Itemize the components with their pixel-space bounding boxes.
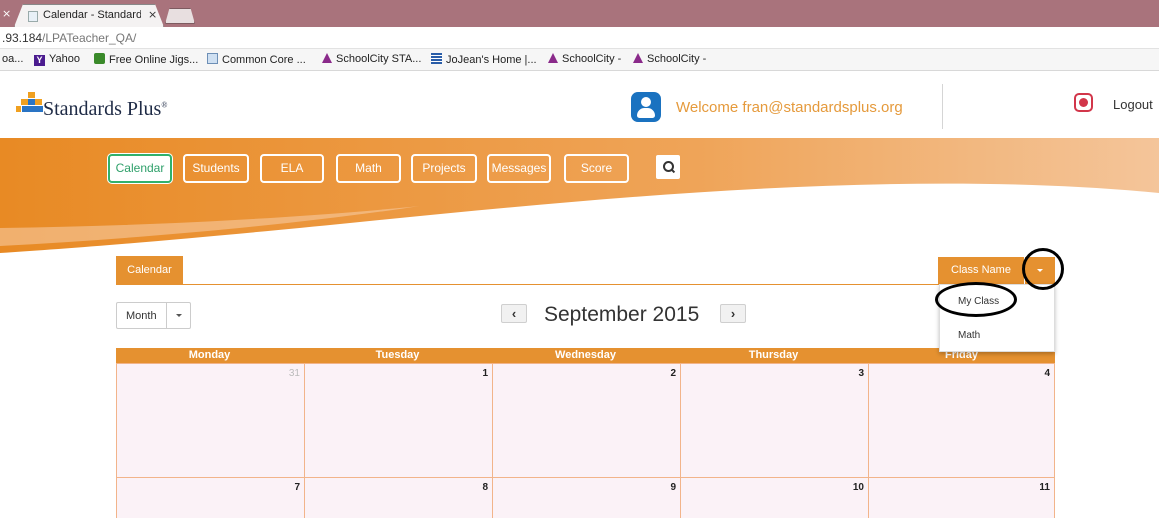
select-divider <box>166 303 167 328</box>
schoolcity-icon <box>322 53 332 63</box>
day-number: 9 <box>670 482 676 493</box>
header-divider <box>942 84 943 129</box>
schoolcity-icon <box>633 53 643 63</box>
jigsaw-icon <box>94 53 105 64</box>
nav-ela-button[interactable]: ELA <box>260 154 324 183</box>
day-cell[interactable]: 1 <box>304 363 493 478</box>
annotation-circle <box>935 282 1017 317</box>
day-cell[interactable]: 10 <box>680 477 869 518</box>
logo-mark-icon <box>16 92 43 120</box>
browser-tab[interactable]: Calendar - Standards × <box>14 4 164 27</box>
day-number: 3 <box>858 368 864 379</box>
url-text: .93.184/LPATeacher_QA/ <box>2 31 137 45</box>
day-cell[interactable]: 4 <box>868 363 1055 478</box>
bookmark-item-schoolcity[interactable]: SchoolCity - <box>548 53 621 65</box>
calendar-grid: 31 1 2 3 4 7 8 9 10 11 <box>116 363 1055 518</box>
day-cell[interactable]: 7 <box>116 477 305 518</box>
day-cell[interactable]: 9 <box>492 477 681 518</box>
weekday-label: Wednesday <box>555 349 616 361</box>
app-header: Standards Plus® Welcome fran@standardspl… <box>0 72 1159 138</box>
search-icon[interactable] <box>656 155 680 179</box>
yahoo-icon: Y <box>34 55 45 66</box>
chevron-down-icon <box>176 314 182 317</box>
nav-score-button[interactable]: Score <box>564 154 629 183</box>
bookmarks-bar: oa... Y Yahoo Free Online Jigs... Common … <box>0 49 1159 71</box>
prev-month-button[interactable]: ‹ <box>501 304 527 323</box>
nav-messages-button[interactable]: Messages <box>487 154 551 183</box>
weekday-label: Monday <box>188 349 231 361</box>
bookmark-item-common-core[interactable]: Common Core ... <box>207 53 306 66</box>
bookmark-item-jigsaw[interactable]: Free Online Jigs... <box>94 53 198 66</box>
new-tab-button[interactable] <box>165 8 195 24</box>
welcome-message: Welcome fran@standardsplus.org <box>676 99 903 116</box>
annotation-circle <box>1022 248 1064 290</box>
logout-link[interactable]: Logout <box>1113 97 1153 112</box>
nav-calendar-button[interactable]: Calendar <box>108 154 172 183</box>
day-number: 8 <box>482 482 488 493</box>
calendar-tab[interactable]: Calendar <box>116 256 183 284</box>
day-cell[interactable]: 2 <box>492 363 681 478</box>
nav-students-button[interactable]: Students <box>183 154 249 183</box>
day-number: 31 <box>288 368 300 379</box>
day-cell[interactable]: 11 <box>868 477 1055 518</box>
registered-mark: ® <box>161 100 168 110</box>
day-number: 11 <box>1039 482 1050 493</box>
view-select-value: Month <box>126 310 157 322</box>
bookmark-item-yahoo[interactable]: Y Yahoo <box>34 53 80 66</box>
logout-icon[interactable] <box>1074 93 1093 112</box>
screen: × Calendar - Standards × .93.184/LPATeac… <box>0 0 1159 518</box>
close-icon[interactable]: × <box>2 7 12 20</box>
weekday-header: Monday Tuesday Wednesday Thursday Friday <box>116 348 1055 363</box>
view-select[interactable]: Month <box>116 302 191 329</box>
bookmark-item-schoolcity-sta[interactable]: SchoolCity STA... <box>322 53 421 65</box>
day-number: 2 <box>670 368 676 379</box>
weekday-label: Tuesday <box>375 349 420 361</box>
weekday-label: Thursday <box>748 349 799 361</box>
schoolcity-icon <box>548 53 558 63</box>
day-number: 1 <box>482 368 488 379</box>
browser-tab-bar: × Calendar - Standards × <box>0 0 1159 27</box>
user-avatar-icon <box>631 92 661 122</box>
nav-projects-button[interactable]: Projects <box>411 154 477 183</box>
jojean-icon <box>431 53 442 64</box>
month-title: September 2015 <box>544 303 700 326</box>
day-number: 7 <box>294 482 300 493</box>
page-favicon-icon <box>28 11 38 22</box>
document-icon <box>207 53 218 64</box>
day-cell[interactable]: 31 <box>116 363 305 478</box>
day-cell[interactable]: 3 <box>680 363 869 478</box>
day-number: 4 <box>1044 368 1050 379</box>
bookmark-item-jojean[interactable]: JoJean's Home |... <box>431 53 537 66</box>
calendar-tab-underline <box>116 284 1055 285</box>
address-bar[interactable]: .93.184/LPATeacher_QA/ <box>0 27 1159 49</box>
day-number: 10 <box>852 482 864 493</box>
next-month-button[interactable]: › <box>720 304 746 323</box>
class-option-math[interactable]: Math <box>958 330 980 341</box>
day-cell[interactable]: 8 <box>304 477 493 518</box>
nav-math-button[interactable]: Math <box>336 154 401 183</box>
logo-text: Standards Plus <box>43 98 162 120</box>
bookmark-item-schoolcity-2[interactable]: SchoolCity - <box>633 53 706 65</box>
close-icon[interactable]: × <box>148 8 157 21</box>
bookmark-item[interactable]: oa... <box>2 53 23 65</box>
tab-title: Calendar - Standards <box>43 9 141 21</box>
class-name-select[interactable]: Class Name <box>938 257 1024 284</box>
